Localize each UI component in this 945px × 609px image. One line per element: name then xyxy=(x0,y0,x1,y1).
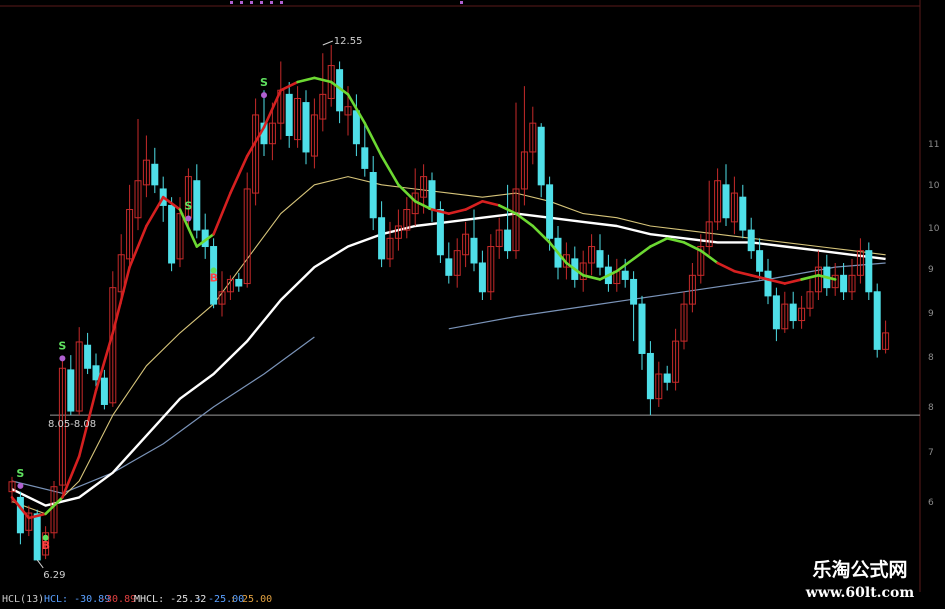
candle-body xyxy=(840,274,848,293)
candle-body xyxy=(369,172,377,219)
candle-body xyxy=(302,102,310,153)
candle-body xyxy=(621,270,629,280)
top-marker-0 xyxy=(230,1,233,4)
trend-line-segment xyxy=(649,237,669,248)
signal-s-dot xyxy=(185,215,192,222)
trend-line-segment xyxy=(632,245,652,261)
candle-body xyxy=(478,262,486,293)
candle-body xyxy=(361,147,369,169)
trend-line-segment xyxy=(212,191,232,236)
signal-s-dot xyxy=(261,92,267,99)
ma-yellow-line xyxy=(11,176,886,515)
level-upper-value: : 25.00 xyxy=(230,594,273,605)
trend-line-segment xyxy=(464,199,484,211)
hcl-secondary-value: -30.89 xyxy=(100,594,137,605)
y-tick-label: 6 xyxy=(928,498,934,508)
y-tick-label: 7 xyxy=(928,448,934,458)
top-marker-1 xyxy=(240,1,243,4)
signal-b-label: B xyxy=(210,271,218,284)
candle-body xyxy=(67,369,75,412)
candle-body xyxy=(739,196,747,231)
candle-body xyxy=(436,209,444,256)
candle-body xyxy=(789,303,797,322)
trend-line-segment xyxy=(733,269,753,277)
candle-body xyxy=(596,250,604,268)
candle-body xyxy=(16,496,24,534)
low-label: 6.29 xyxy=(43,570,65,581)
candle-body xyxy=(151,163,159,186)
signal-s-dot xyxy=(17,482,24,489)
candle-body xyxy=(630,278,638,305)
watermark-url: www.60lt.com xyxy=(805,585,915,601)
candle-body xyxy=(193,180,201,231)
top-marker-5 xyxy=(280,1,283,4)
signal-s-label: S xyxy=(16,467,24,480)
y-tick-label: 9 xyxy=(928,309,934,319)
candle-body xyxy=(865,250,873,293)
candle-body xyxy=(235,278,243,287)
candle-body xyxy=(92,365,100,381)
trend-line-segment xyxy=(716,261,736,273)
top-marker-3 xyxy=(260,1,263,4)
trend-line-segment xyxy=(447,208,467,215)
ma-blue-line-2 xyxy=(448,262,886,330)
candle-body xyxy=(646,352,654,400)
y-tick-label: 10 xyxy=(928,181,940,191)
candle-body xyxy=(747,229,755,252)
indicator-bar: HCL(13) HCL: -30.89 -30.89 MHCL: -25.32 … xyxy=(0,592,273,609)
trend-line-segment xyxy=(229,154,249,195)
candle-body xyxy=(537,126,545,186)
signal-s-label: S xyxy=(184,200,192,213)
top-marker-4 xyxy=(270,1,273,4)
candle-body xyxy=(445,258,453,276)
candle-body xyxy=(378,217,386,260)
range-label: 8.05-8.08 xyxy=(48,419,96,430)
y-tick-label: 8 xyxy=(928,353,934,363)
high-pointer xyxy=(322,40,333,46)
candle-body xyxy=(352,110,360,145)
high-label: 12.55 xyxy=(334,36,363,47)
candle-body xyxy=(638,303,646,354)
y-tick-label: 11 xyxy=(928,140,939,150)
signal-b-label: B xyxy=(42,539,50,552)
candle-body xyxy=(285,93,293,136)
candle-body xyxy=(722,184,730,219)
candle-body xyxy=(428,180,436,211)
candle-body xyxy=(873,291,881,350)
signal-s-label: S xyxy=(260,76,268,89)
candle-body xyxy=(33,513,41,561)
indicator-name[interactable]: HCL(13) xyxy=(2,594,44,605)
candle-body xyxy=(663,373,671,383)
y-tick-label: 9 xyxy=(928,265,934,275)
trend-line-segment xyxy=(481,199,501,207)
candle-body xyxy=(764,270,772,297)
candle-body xyxy=(546,184,554,239)
candle-body xyxy=(756,250,764,272)
candle-body xyxy=(168,204,176,264)
trend-line-segment xyxy=(145,195,165,228)
top-marker-6 xyxy=(460,1,463,4)
candle-body xyxy=(84,344,92,369)
trend-line-segment xyxy=(296,76,316,84)
y-tick-label: 8 xyxy=(928,403,934,413)
y-tick-label: 10 xyxy=(928,224,940,234)
candle-body xyxy=(772,295,780,330)
top-marker-2 xyxy=(250,1,253,4)
watermark-title: 乐淘公式网 xyxy=(812,559,908,581)
signal-s-dot xyxy=(59,355,66,362)
candle-body xyxy=(504,229,512,252)
trend-line-segment xyxy=(380,154,400,187)
trend-line-segment xyxy=(783,278,803,285)
candle-body xyxy=(100,377,108,405)
signal-s-label: S xyxy=(58,339,66,352)
low-pointer xyxy=(36,559,44,569)
candlestick-chart: 11 10 10 9 9 8 8 7 6 S B S S B S 12.55 6.29 8.05-8.08 xyxy=(0,0,940,592)
candle-body xyxy=(470,237,478,264)
